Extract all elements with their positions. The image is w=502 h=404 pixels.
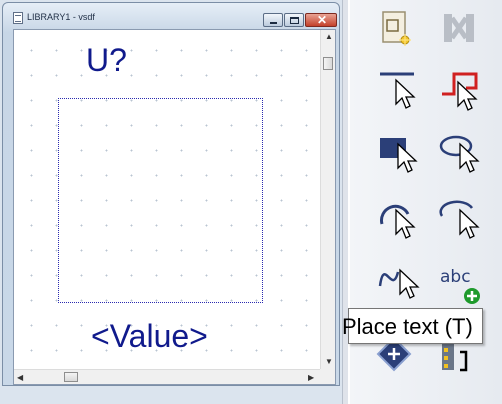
place-ellipse-icon [439,135,480,173]
library-window: LIBRARY1 - vsdf ✕ U? <Value> ▲ ▼ ◀ ▶ [0,0,342,404]
document-client-area: U? <Value> ▲ ▼ ◀ ▶ [13,29,336,385]
tool-place-text[interactable]: abc [436,256,488,306]
part-body-outline[interactable] [58,98,263,303]
tool-place-line[interactable] [374,66,426,116]
tool-place-elliptical-arc[interactable] [436,196,488,246]
tool-text-label: abc [440,267,471,287]
tool-new-part[interactable] [374,6,426,56]
place-arc-icon [380,204,416,239]
window-title: LIBRARY1 - vsdf [27,12,95,22]
document-icon [13,12,23,24]
scrollbar-corner [320,369,335,384]
tool-place-ellipse[interactable] [436,130,488,180]
close-icon: ✕ [317,13,328,27]
tooltip: Place text (T) [342,308,483,344]
part-canvas[interactable]: U? <Value> [14,30,320,369]
tool-delete[interactable] [436,6,488,56]
place-rectangle-icon [380,138,418,173]
scroll-right-icon[interactable]: ▶ [308,373,314,382]
close-button[interactable]: ✕ [305,13,337,27]
place-elliptical-arc-icon [439,200,480,239]
scroll-up-icon[interactable]: ▲ [325,32,333,41]
horizontal-scroll-thumb[interactable] [64,372,78,382]
place-text-icon: abc [440,267,480,304]
tool-place-arc[interactable] [374,196,426,246]
tool-place-rectangle[interactable] [374,130,426,180]
title-bar[interactable]: LIBRARY1 - vsdf ✕ [7,9,337,27]
vertical-scroll-thumb[interactable] [323,57,333,70]
place-polyline-icon [442,72,478,111]
maximize-icon [290,17,299,24]
horizontal-scrollbar[interactable]: ◀ ▶ [14,369,320,384]
scroll-down-icon[interactable]: ▼ [325,357,333,366]
vertical-scrollbar[interactable]: ▲ ▼ [320,30,335,369]
tool-place-polyline[interactable] [436,66,488,116]
reference-designator[interactable]: U? [86,42,127,79]
window-frame: LIBRARY1 - vsdf ✕ U? <Value> ▲ ▼ ◀ ▶ [2,2,340,386]
delete-icon [444,14,474,42]
tool-place-bezier[interactable] [374,256,426,306]
tooltip-text: Place text (T) [342,314,473,339]
minimize-icon [270,22,277,24]
place-bezier-icon [378,268,420,299]
place-line-icon [380,72,416,109]
new-part-icon [382,11,411,46]
part-value[interactable]: <Value> [91,318,208,355]
maximize-button[interactable] [284,13,304,27]
scroll-left-icon[interactable]: ◀ [17,373,23,382]
minimize-button[interactable] [263,13,283,27]
